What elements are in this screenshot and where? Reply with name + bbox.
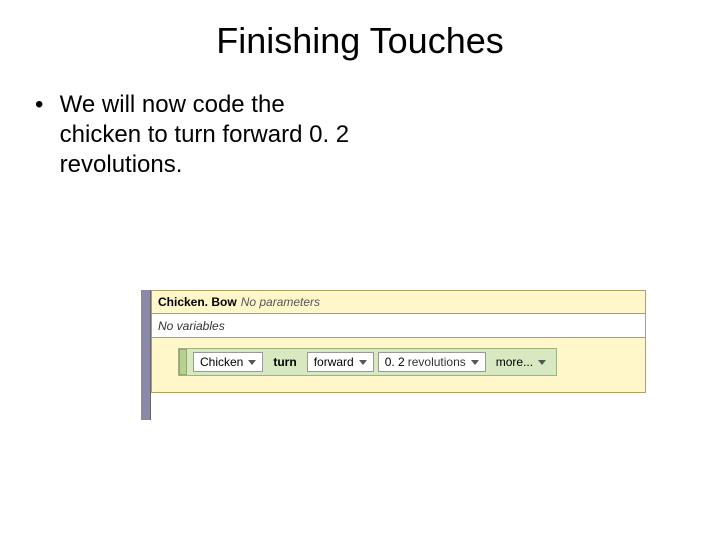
dropdown-icon <box>248 360 256 365</box>
action-tile[interactable]: turn <box>267 352 302 372</box>
direction-tile[interactable]: forward <box>307 352 374 372</box>
slide: Finishing Touches • We will now code the… <box>0 0 720 540</box>
statement-tile[interactable]: Chicken turn forward 0. 2 revolutions <box>178 348 557 376</box>
amount-value: 0. 2 <box>385 355 405 369</box>
direction-label: forward <box>314 355 354 369</box>
bullet-text: We will now code the chicken to turn for… <box>60 90 360 180</box>
dropdown-icon <box>471 360 479 365</box>
alice-editor-panel: Chicken. Bow No parameters No variables … <box>141 290 646 393</box>
method-header-row: Chicken. Bow No parameters <box>151 290 646 314</box>
amount-tile[interactable]: 0. 2 revolutions <box>378 352 486 372</box>
statement-grip[interactable] <box>179 349 187 375</box>
more-tile[interactable]: more... <box>490 352 552 372</box>
object-label: Chicken <box>200 355 243 369</box>
vars-label: No variables <box>158 319 225 333</box>
bullet-dot: • <box>35 90 53 120</box>
dropdown-icon <box>359 360 367 365</box>
more-label: more... <box>496 355 533 369</box>
editor-body: Chicken. Bow No parameters No variables … <box>151 290 646 393</box>
bullet-list: • We will now code the chicken to turn f… <box>35 90 435 180</box>
dropdown-icon <box>538 360 546 365</box>
params-label: No parameters <box>241 295 320 309</box>
method-name: Chicken. Bow <box>158 295 237 309</box>
action-label: turn <box>273 355 296 369</box>
amount-unit: revolutions <box>408 355 466 369</box>
slide-title: Finishing Touches <box>0 20 720 62</box>
object-tile[interactable]: Chicken <box>193 352 263 372</box>
variables-row: No variables <box>151 314 646 338</box>
editor-left-edge <box>141 290 151 420</box>
code-row: Chicken turn forward 0. 2 revolutions <box>151 338 646 393</box>
